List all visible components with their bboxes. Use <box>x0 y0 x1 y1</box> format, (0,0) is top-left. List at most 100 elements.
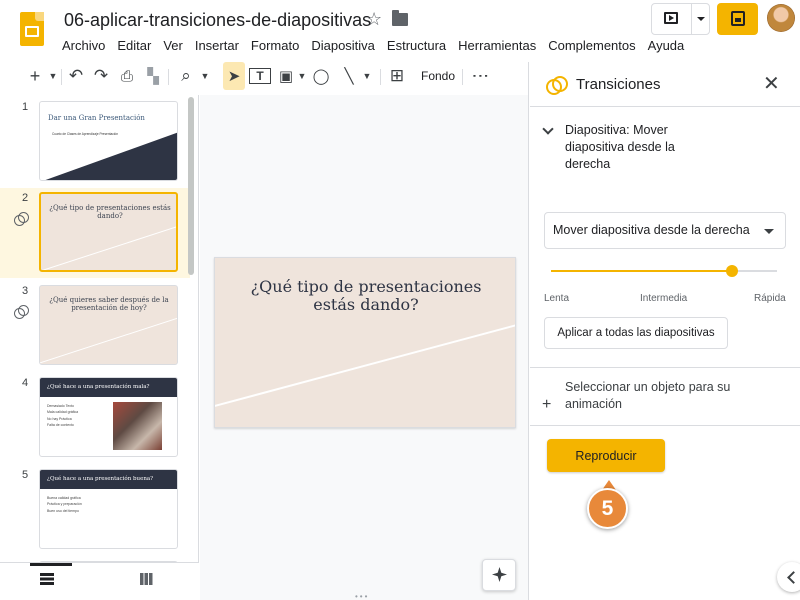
thumb-title: ¿Qué quieres saber después de la present… <box>49 296 169 313</box>
zoom-dropdown-icon[interactable]: ▼ <box>198 62 212 90</box>
textbox-tool-button[interactable]: T <box>249 68 271 84</box>
slide-title[interactable]: ¿Qué tipo de presentaciones estás dando? <box>229 277 503 315</box>
toolbar-separator <box>462 69 463 85</box>
background-button[interactable]: Fondo <box>418 62 458 90</box>
speed-label-fast: Rápida <box>754 293 786 304</box>
slide-thumbnail-5[interactable]: ¿Qué hace a una presentación buena? Buen… <box>39 469 178 549</box>
menu-herramientas[interactable]: Herramientas <box>452 36 542 56</box>
line-dropdown-icon[interactable]: ▼ <box>361 62 373 90</box>
redo-button[interactable]: ↷ <box>90 62 112 90</box>
meet-icon <box>731 11 745 26</box>
menu-insertar[interactable]: Insertar <box>189 36 245 56</box>
side-panel-toggle-icon[interactable] <box>777 562 800 592</box>
toolbar-separator <box>168 69 169 85</box>
apply-to-all-button[interactable]: Aplicar a todas las diapositivas <box>544 317 728 349</box>
thumb-bullet: Práctica y preparación <box>47 502 82 507</box>
menu-diapositiva[interactable]: Diapositiva <box>305 36 381 56</box>
slide-number: 3 <box>22 285 29 297</box>
step-callout-badge: 5 <box>587 488 628 529</box>
thumb-photo <box>113 402 162 450</box>
thumb-decoration-line <box>40 311 177 364</box>
new-slide-button[interactable]: + <box>25 62 45 90</box>
thumb-title: ¿Qué tipo de presentaciones estás dando? <box>49 204 171 221</box>
folder-icon[interactable] <box>392 10 408 26</box>
present-dropdown-button[interactable] <box>692 4 710 34</box>
toolbar-separator <box>61 69 62 85</box>
active-view-indicator <box>30 563 72 566</box>
more-options-icon[interactable]: ⋮ <box>466 65 494 87</box>
thumb-bullet: Buen uso del tiempo <box>47 508 79 513</box>
toolbar: + ▼ ↶ ↷ ⎙ ▚ ⌕ ▼ ➤ T ▣ ▼ ◯ ╲ ▼ ⊞ Fondo ⋮ <box>0 62 528 92</box>
slide-thumbnail-2[interactable]: ¿Qué tipo de presentaciones estás dando? <box>39 192 178 272</box>
thumb-title: ¿Qué hace a una presentación mala? <box>47 384 150 390</box>
slides-logo-inner <box>25 26 39 37</box>
play-button[interactable]: Reproducir <box>547 439 665 472</box>
thumb-title: ¿Qué hace a una presentación buena? <box>47 476 154 482</box>
shape-tool-button[interactable]: ◯ <box>310 62 332 90</box>
menu-editar[interactable]: Editar <box>111 36 157 56</box>
filmstrip-view-toggle <box>0 562 199 600</box>
new-slide-dropdown-icon[interactable]: ▼ <box>46 62 60 90</box>
document-title[interactable]: 06-aplicar-transiciones-de-diapositivas <box>64 10 371 31</box>
current-slide[interactable]: ¿Qué tipo de presentaciones estás dando? <box>214 257 516 428</box>
slide-transition-section-title[interactable]: Diapositiva: Mover diapositiva desde la … <box>565 122 715 173</box>
transition-type-value: Mover diapositiva desde la derecha <box>553 223 750 237</box>
paint-format-button[interactable]: ▚ <box>142 62 164 90</box>
select-object-hint: Seleccionar un objeto para su animación <box>565 380 731 411</box>
slide-decoration-line <box>215 315 515 411</box>
speed-slider-handle[interactable] <box>725 265 738 277</box>
slides-logo-icon[interactable] <box>20 12 44 46</box>
present-icon <box>664 12 678 24</box>
slide-number: 5 <box>22 469 29 481</box>
menu-ayuda[interactable]: Ayuda <box>642 36 691 56</box>
thumb-subtitle: Cuarto de Clases de Aprendizaje Presenta… <box>52 132 119 136</box>
zoom-button[interactable]: ⌕ <box>175 62 197 90</box>
thumb-bullet: Mala calidad gráfica <box>47 410 79 415</box>
line-tool-button[interactable]: ╲ <box>338 62 360 90</box>
grid-view-icon[interactable] <box>140 573 153 585</box>
toolbar-separator <box>380 69 381 85</box>
slide-number: 4 <box>22 377 29 389</box>
slide-thumbnail-4[interactable]: ¿Qué hace a una presentación mala? Demas… <box>39 377 178 457</box>
comment-button[interactable]: ⊞ <box>386 62 408 90</box>
present-button-group <box>651 3 710 35</box>
slide-thumbnail-1[interactable]: Dar una Gran Presentación Cuarto de Clas… <box>39 101 178 181</box>
filmstrip: 1 Dar una Gran Presentación Cuarto de Cl… <box>0 95 199 600</box>
plus-icon[interactable]: + <box>542 396 551 414</box>
thumb-title: Dar una Gran Presentación <box>48 114 145 122</box>
dropdown-arrow-icon <box>764 229 774 234</box>
star-icon[interactable]: ☆ <box>366 9 382 30</box>
explore-button[interactable] <box>482 559 516 591</box>
menu-estructura[interactable]: Estructura <box>381 36 452 56</box>
menu-ver[interactable]: Ver <box>157 36 189 56</box>
panel-divider <box>530 367 800 368</box>
undo-button[interactable]: ↶ <box>65 62 87 90</box>
close-icon[interactable]: ✕ <box>763 74 780 94</box>
explore-icon <box>492 567 507 582</box>
filmstrip-scrollbar[interactable] <box>188 97 194 275</box>
list-view-icon[interactable] <box>40 573 54 585</box>
slide-canvas-area: ¿Qué tipo de presentaciones estás dando?… <box>200 95 528 600</box>
transitions-icon <box>546 76 568 95</box>
app-header: 06-aplicar-transiciones-de-diapositivas … <box>0 0 800 62</box>
image-tool-button[interactable]: ▣ <box>275 62 297 90</box>
present-button[interactable] <box>652 4 692 34</box>
image-dropdown-icon[interactable]: ▼ <box>296 62 308 90</box>
meet-button[interactable] <box>717 3 758 35</box>
select-tool-button[interactable]: ➤ <box>223 62 245 90</box>
menu-complementos[interactable]: Complementos <box>542 36 641 56</box>
thumb-decoration <box>40 132 177 180</box>
thumb-bullets: Demasiado Texto Mala calidad gráfica No … <box>47 403 78 428</box>
slide-number: 1 <box>22 101 29 113</box>
menu-archivo[interactable]: Archivo <box>56 36 111 56</box>
thumb-bullet: Falta de contexto <box>47 422 74 427</box>
slide-number: 2 <box>22 192 29 204</box>
transition-type-select[interactable]: Mover diapositiva desde la derecha <box>544 212 786 249</box>
menu-formato[interactable]: Formato <box>245 36 305 56</box>
slide-thumbnail-3[interactable]: ¿Qué quieres saber después de la present… <box>39 285 178 365</box>
print-button[interactable]: ⎙ <box>116 62 138 90</box>
user-avatar[interactable] <box>767 4 795 32</box>
speaker-notes-drag-handle[interactable]: ••• <box>355 592 369 600</box>
panel-divider <box>530 425 800 426</box>
chevron-down-icon[interactable] <box>542 123 554 135</box>
